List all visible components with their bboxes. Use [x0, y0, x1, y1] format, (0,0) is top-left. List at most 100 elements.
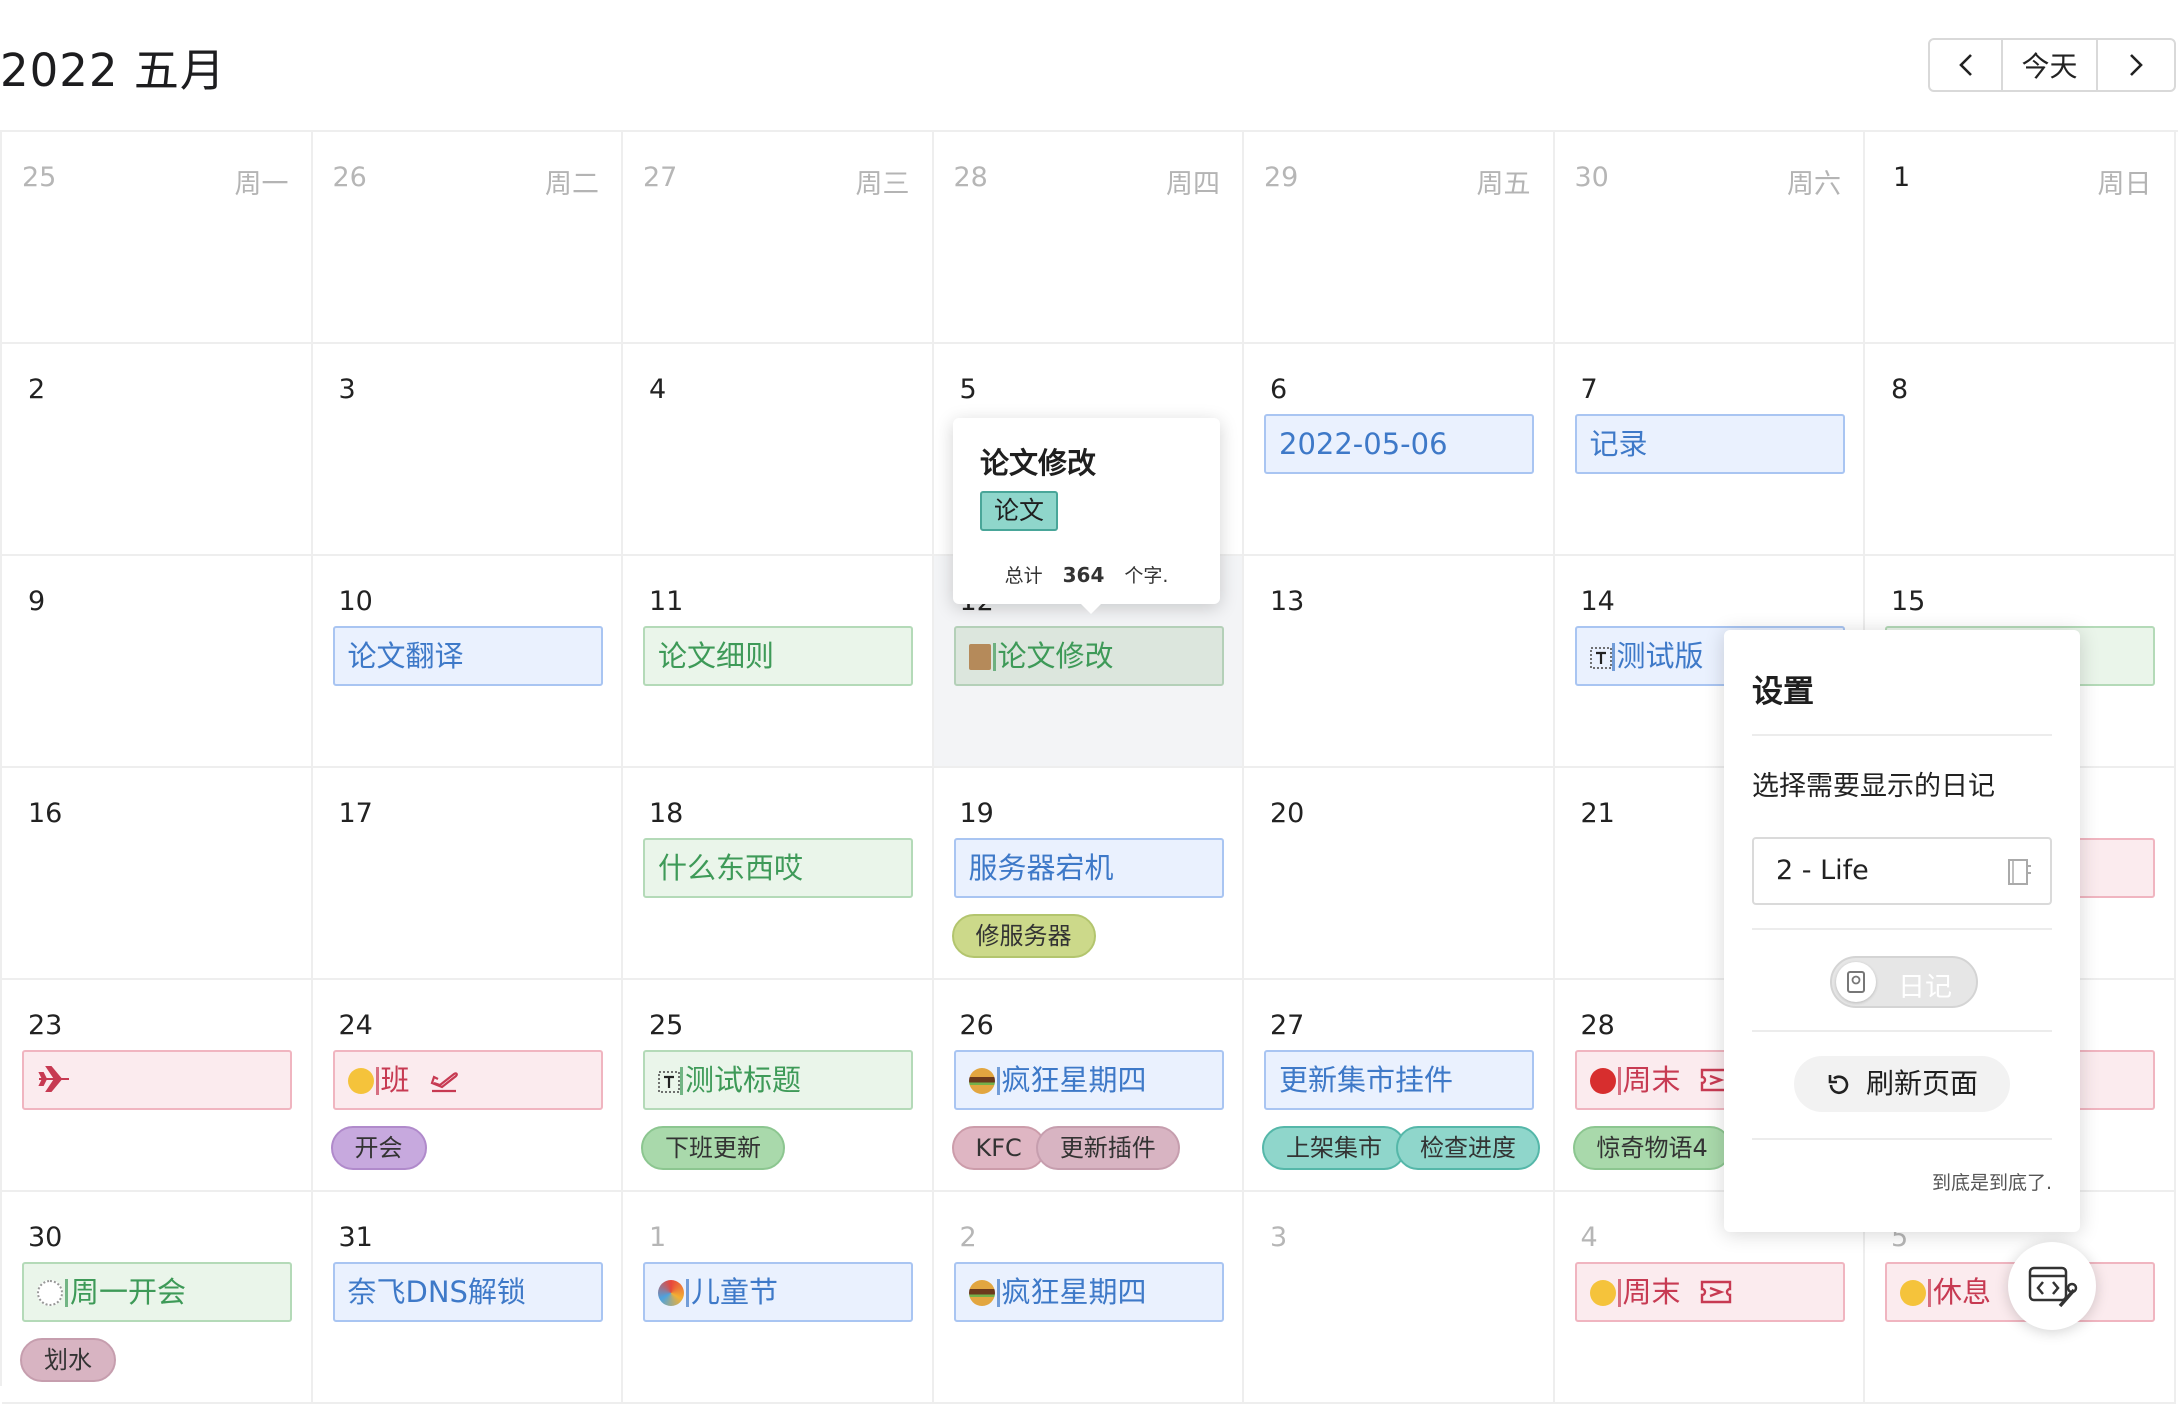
day-number: 27: [1270, 1010, 1305, 1041]
event-title: 论文翻译: [347, 639, 464, 673]
refresh-label: 刷新页面: [1865, 1067, 1978, 1100]
event-tag[interactable]: 开会: [330, 1126, 427, 1170]
upside-down-face-icon: [347, 1068, 374, 1094]
event-tag[interactable]: KFC: [951, 1126, 1046, 1170]
day-cell[interactable]: 9: [2, 556, 313, 768]
day-cell[interactable]: 1 儿童节: [623, 1192, 934, 1404]
weekday-label: 周一: [234, 169, 289, 200]
chevron-left-icon: [1958, 54, 1972, 76]
calendar-event[interactable]: 什么东西哎: [643, 838, 913, 898]
day-cell[interactable]: 17: [312, 768, 623, 980]
day-cell[interactable]: 23: [2, 980, 313, 1192]
calendar-event[interactable]: 班: [332, 1050, 603, 1110]
day-cell[interactable]: 3: [1244, 1192, 1555, 1404]
event-title: 服务器宕机: [968, 851, 1114, 885]
day-number: 4: [1580, 1222, 1598, 1253]
day-cell[interactable]: 20: [1244, 768, 1555, 980]
calendar-event[interactable]: 服务器宕机: [953, 838, 1224, 898]
calendar-event[interactable]: [22, 1050, 292, 1110]
text-cursor-icon: [658, 1071, 680, 1093]
event-tag[interactable]: 惊奇物语4: [1572, 1126, 1732, 1170]
next-month-button[interactable]: [2098, 40, 2174, 90]
day-cell[interactable]: 4: [623, 344, 934, 556]
calendar-event[interactable]: 周一开会: [22, 1262, 292, 1322]
prev-month-button[interactable]: [1930, 40, 2003, 90]
thought-bubble-icon: [37, 1280, 63, 1306]
day-cell[interactable]: 2: [2, 344, 313, 556]
day-cell[interactable]: 29 周五: [1244, 132, 1555, 344]
calendar-event[interactable]: 2022-05-06: [1264, 414, 1534, 474]
day-cell[interactable]: 24 班开会: [312, 980, 623, 1192]
day-cell[interactable]: 25 测试标题 下班更新: [623, 980, 934, 1192]
calendar-event[interactable]: 周末: [1574, 1262, 1845, 1322]
day-cell[interactable]: 7 记录: [1554, 344, 1865, 556]
event-tag[interactable]: 检查进度: [1396, 1126, 1540, 1170]
day-number: 13: [1270, 586, 1305, 617]
event-title: 休息: [1933, 1275, 1992, 1309]
airplane-icon: [38, 1066, 69, 1092]
day-cell[interactable]: 31 奈飞DNS解锁: [312, 1192, 623, 1404]
event-tag[interactable]: 划水: [20, 1338, 116, 1382]
event-title: 班: [380, 1063, 410, 1097]
day-cell[interactable]: 26 疯狂星期四 KFC 更新插件: [933, 980, 1244, 1192]
day-number: 30: [28, 1222, 63, 1253]
day-cell[interactable]: 13: [1244, 556, 1555, 768]
day-cell[interactable]: 6 2022-05-06: [1244, 344, 1555, 556]
calendar-event[interactable]: 测试标题: [643, 1050, 913, 1110]
day-cell[interactable]: 10 论文翻译: [312, 556, 623, 768]
event-tag[interactable]: 修服务器: [951, 914, 1096, 958]
tooltip-title: 论文修改: [980, 446, 1097, 480]
day-cell[interactable]: 27 周三: [623, 132, 934, 344]
calendar-event[interactable]: 奈飞DNS解锁: [332, 1262, 603, 1322]
count-suffix: 个字.: [1124, 565, 1169, 587]
day-cell[interactable]: 30 周六: [1554, 132, 1865, 344]
calendar-event[interactable]: 论文细则: [643, 626, 913, 686]
calendar-event[interactable]: 论文翻译: [332, 626, 603, 686]
separator-bar: [1611, 643, 1615, 671]
day-cell[interactable]: 25 周一: [2, 132, 313, 344]
calendar-event[interactable]: 记录: [1574, 414, 1845, 474]
calendar-title: 2022 五月: [0, 44, 226, 97]
calendar-event[interactable]: 论文修改: [953, 626, 1224, 686]
day-cell[interactable]: 28 周四: [933, 132, 1244, 344]
zany-face-icon: [1589, 1280, 1616, 1306]
calendar-event[interactable]: 更新集市挂件: [1264, 1050, 1534, 1110]
calendar-event[interactable]: 儿童节: [643, 1262, 913, 1322]
day-number: 8: [1891, 374, 1909, 405]
settings-fab[interactable]: [2008, 1242, 2096, 1330]
weekday-label: 周六: [1787, 169, 1841, 200]
event-title: 测试版: [1616, 639, 1704, 673]
day-cell[interactable]: 27 更新集市挂件上架集市 检查进度: [1244, 980, 1555, 1192]
diary-icon: [1847, 971, 1865, 993]
event-title: 周末: [1622, 1275, 1681, 1309]
count-prefix: 总计: [1004, 565, 1043, 587]
calendar-event[interactable]: 疯狂星期四: [953, 1050, 1224, 1110]
event-tag[interactable]: 下班更新: [641, 1126, 785, 1170]
notebook-icon: [2008, 859, 2031, 885]
diary-toggle[interactable]: 日记: [1830, 956, 1978, 1008]
day-cell[interactable]: 16: [2, 768, 313, 980]
event-title: 论文修改: [997, 639, 1114, 673]
calendar-event[interactable]: 疯狂星期四: [953, 1262, 1224, 1322]
day-cell[interactable]: 1 周日: [1865, 132, 2176, 344]
day-cell[interactable]: 3: [312, 344, 623, 556]
code-tool-icon: [2028, 1266, 2078, 1308]
event-tag[interactable]: 更新插件: [1035, 1126, 1180, 1170]
day-cell[interactable]: 11 论文细则: [623, 556, 934, 768]
day-number: 2: [959, 1222, 977, 1253]
diary-select[interactable]: 2 - Life: [1752, 837, 2052, 905]
day-number: 5: [959, 374, 977, 405]
day-cell[interactable]: 8: [1865, 344, 2176, 556]
event-tag[interactable]: 上架集市: [1262, 1126, 1406, 1170]
settings-label: 选择需要显示的日记: [1752, 771, 1995, 802]
day-cell[interactable]: 30 周一开会划水: [2, 1192, 313, 1404]
refresh-icon: [1828, 1075, 1849, 1094]
day-cell[interactable]: 19 服务器宕机 修服务器: [933, 768, 1244, 980]
day-cell[interactable]: 18 什么东西哎: [623, 768, 934, 980]
refresh-button[interactable]: 刷新页面: [1794, 1056, 2010, 1112]
today-button[interactable]: 今天: [2003, 40, 2098, 90]
day-cell[interactable]: 2 疯狂星期四: [933, 1192, 1244, 1404]
settings-panel: 设置 选择需要显示的日记 2 - Life 日记 刷新页面 到底是到底了.: [1724, 630, 2080, 1232]
day-number: 18: [649, 798, 684, 829]
day-cell[interactable]: 26 周二: [312, 132, 623, 344]
